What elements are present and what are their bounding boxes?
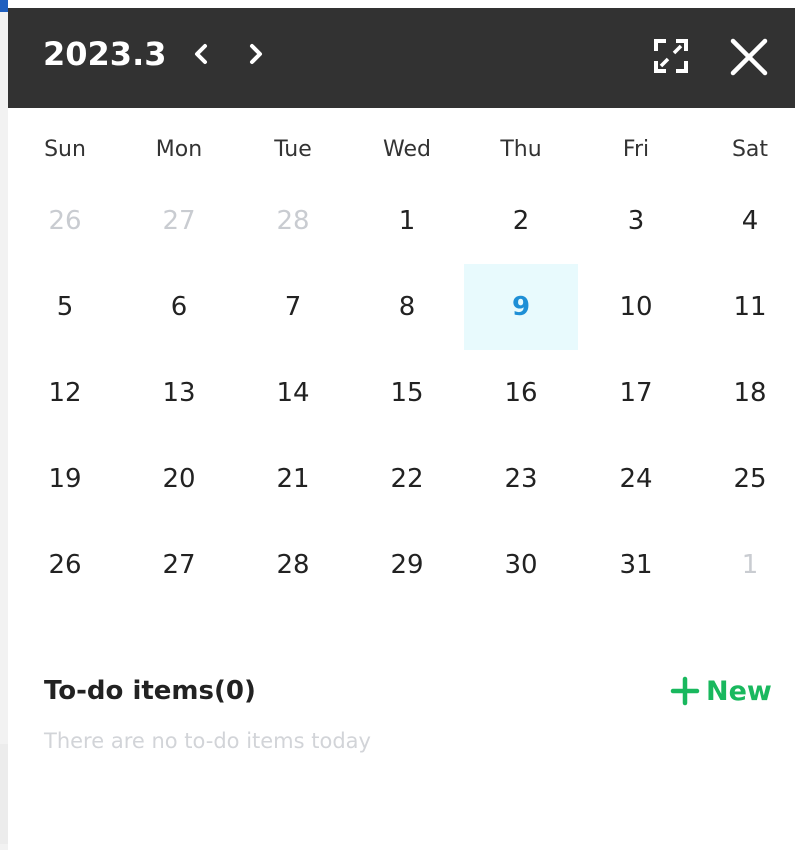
calendar-day[interactable]: 8 bbox=[350, 264, 464, 350]
next-month-button[interactable] bbox=[241, 38, 271, 70]
weekday-mon: Mon bbox=[155, 137, 203, 162]
calendar-day[interactable]: 23 bbox=[464, 436, 578, 522]
calendar-day[interactable]: 17 bbox=[579, 350, 693, 436]
todo-title: To-do items(0) bbox=[44, 676, 256, 706]
prev-month-button[interactable] bbox=[186, 38, 216, 70]
calendar-day[interactable]: 21 bbox=[236, 436, 350, 522]
close-button[interactable] bbox=[729, 37, 769, 77]
calendar-day[interactable]: 16 bbox=[464, 350, 578, 436]
calendar-day[interactable]: 6 bbox=[122, 264, 236, 350]
weekday-sun: Sun bbox=[44, 137, 86, 162]
calendar-day[interactable]: 4 bbox=[693, 178, 795, 264]
calendar-day[interactable]: 7 bbox=[236, 264, 350, 350]
calendar-day-today[interactable]: 9 bbox=[464, 264, 578, 350]
calendar-day[interactable]: 11 bbox=[693, 264, 795, 350]
weekday-header-row: Sun Mon Tue Wed Thu Fri Sat bbox=[8, 132, 795, 168]
plus-icon bbox=[670, 676, 700, 706]
weekday-tue: Tue bbox=[274, 137, 312, 162]
window-edge bbox=[0, 0, 8, 850]
calendar-day[interactable]: 3 bbox=[579, 178, 693, 264]
calendar-day[interactable]: 22 bbox=[350, 436, 464, 522]
calendar-day[interactable]: 24 bbox=[579, 436, 693, 522]
window-edge-accent bbox=[0, 0, 8, 12]
calendar-day[interactable]: 2 bbox=[464, 178, 578, 264]
chevron-left-icon bbox=[195, 44, 207, 64]
calendar-day[interactable]: 31 bbox=[579, 522, 693, 608]
empty-todo-message: There are no to-do items today bbox=[44, 729, 371, 753]
calendar-day[interactable]: 12 bbox=[8, 350, 122, 436]
calendar-day[interactable]: 20 bbox=[122, 436, 236, 522]
calendar-day[interactable]: 18 bbox=[693, 350, 795, 436]
month-title: 2023.3 bbox=[43, 35, 167, 73]
calendar-day[interactable]: 10 bbox=[579, 264, 693, 350]
calendar-day[interactable]: 14 bbox=[236, 350, 350, 436]
calendar-day[interactable]: 15 bbox=[350, 350, 464, 436]
calendar-panel: 2023.3 Sun Mon Tue Wed Thu Fri Sat 26 27… bbox=[8, 8, 795, 850]
calendar-day[interactable]: 27 bbox=[122, 178, 236, 264]
close-icon bbox=[730, 38, 768, 76]
calendar-header: 2023.3 bbox=[8, 8, 795, 108]
calendar-day[interactable]: 19 bbox=[8, 436, 122, 522]
calendar-day[interactable]: 26 bbox=[8, 178, 122, 264]
weekday-wed: Wed bbox=[383, 137, 431, 162]
weekday-thu: Thu bbox=[500, 137, 542, 162]
calendar-day[interactable]: 5 bbox=[8, 264, 122, 350]
calendar-grid: 26 27 28 1 2 3 4 5 6 7 8 9 10 11 12 13 14 15 16 17 18 19 20 21 2… bbox=[8, 178, 795, 608]
calendar-day[interactable]: 30 bbox=[464, 522, 578, 608]
calendar-day[interactable]: 1 bbox=[350, 178, 464, 264]
weekday-sat: Sat bbox=[731, 137, 769, 162]
fullscreen-button[interactable] bbox=[653, 38, 689, 74]
fullscreen-icon bbox=[654, 39, 688, 73]
calendar-day[interactable]: 13 bbox=[122, 350, 236, 436]
calendar-day[interactable]: 27 bbox=[122, 522, 236, 608]
calendar-day[interactable]: 25 bbox=[693, 436, 795, 522]
calendar-day[interactable]: 26 bbox=[8, 522, 122, 608]
weekday-fri: Fri bbox=[622, 137, 650, 162]
new-todo-label: New bbox=[706, 675, 772, 707]
chevron-right-icon bbox=[250, 44, 262, 64]
calendar-day[interactable]: 28 bbox=[236, 522, 350, 608]
calendar-day[interactable]: 28 bbox=[236, 178, 350, 264]
calendar-day[interactable]: 29 bbox=[350, 522, 464, 608]
new-todo-button[interactable]: New bbox=[670, 672, 772, 710]
calendar-day[interactable]: 1 bbox=[693, 522, 795, 608]
